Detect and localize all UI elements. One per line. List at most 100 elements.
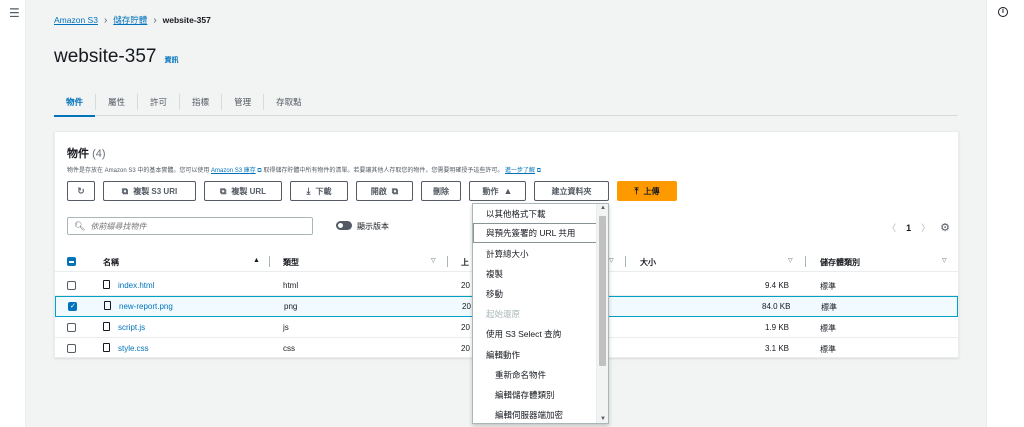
column-name[interactable]: 名稱	[103, 257, 119, 268]
tab-properties[interactable]: 屬性	[95, 93, 137, 110]
menu-initiate-restore: 起始還原	[486, 309, 521, 319]
row-checkbox[interactable]	[67, 281, 76, 290]
tab-management[interactable]: 管理	[221, 93, 263, 110]
object-name-link[interactable]: new-report.png	[119, 302, 173, 311]
create-folder-button[interactable]: 建立資料夾	[534, 181, 609, 201]
object-storage-class: 標準	[820, 282, 836, 291]
caret-up-icon: ▲	[503, 186, 513, 196]
scrollbar-thumb[interactable]	[599, 216, 606, 366]
copy-icon: ⧉	[219, 185, 227, 196]
panel-description: 物件是存放在 Amazon S3 中的基本實體。您可以使用 Amazon S3 …	[67, 168, 542, 174]
inventory-link[interactable]: Amazon S3 庫存	[211, 168, 256, 174]
select-all-checkbox[interactable]	[67, 257, 76, 266]
delete-button[interactable]: 刪除	[421, 181, 461, 201]
bucket-name: website-357	[54, 46, 157, 67]
download-icon: ⤓	[306, 185, 311, 196]
object-type: css	[283, 344, 295, 353]
object-size: 3.1 KB	[765, 344, 790, 353]
row-checkbox[interactable]	[67, 323, 76, 332]
object-count: (4)	[92, 148, 106, 160]
menu-edit-encryption[interactable]: 編輯伺服器端加密	[473, 405, 598, 423]
object-modified: 20	[461, 281, 470, 290]
object-storage-class: 標準	[821, 303, 837, 312]
object-type: js	[283, 323, 289, 332]
tab-metrics[interactable]: 指標	[179, 93, 221, 110]
menu-rename-object[interactable]: 重新命名物件	[473, 365, 598, 385]
menu-calculate-total-size[interactable]: 計算總大小	[473, 244, 598, 264]
prev-page-icon[interactable]: 〈	[887, 221, 896, 234]
menu-query-s3-select[interactable]: 使用 S3 Select 查詢	[473, 324, 598, 344]
show-versions-toggle[interactable]	[336, 221, 352, 230]
row-checkbox[interactable]	[67, 344, 76, 353]
sort-asc-icon[interactable]: ▲	[253, 257, 260, 264]
upload-icon: ⤒	[634, 185, 639, 196]
menu-icon[interactable]: ☰	[9, 6, 20, 20]
object-size: 1.9 KB	[765, 323, 790, 332]
current-page[interactable]: 1	[906, 223, 911, 233]
tab-access-points[interactable]: 存取點	[263, 93, 314, 110]
copy-icon: ⧉	[121, 185, 129, 196]
file-icon	[103, 343, 110, 352]
tab-objects[interactable]: 物件	[54, 94, 96, 117]
copy-s3-uri-button[interactable]: ⧉ 複製 S3 URI	[103, 181, 196, 201]
object-name-link[interactable]: script.js	[118, 323, 145, 332]
info-link[interactable]: 資訊	[164, 55, 178, 65]
actions-button[interactable]: 動作 ▲	[469, 181, 526, 201]
breadcrumb-buckets[interactable]: 儲存貯體	[113, 14, 147, 26]
object-type: png	[284, 302, 298, 311]
column-type[interactable]: 類型	[283, 257, 299, 268]
file-icon	[104, 301, 111, 310]
next-page-icon[interactable]: 〉	[921, 221, 930, 234]
refresh-button[interactable]: ↻	[67, 181, 95, 201]
external-link-icon: ⧉	[257, 168, 262, 174]
object-size: 9.4 KB	[765, 281, 790, 290]
learn-more-link[interactable]: 進一步了解	[505, 168, 535, 174]
download-button[interactable]: ⤓ 下載	[290, 181, 348, 201]
menu-share-presigned-url[interactable]: 與預先簽署的 URL 共用	[473, 223, 598, 243]
menu-edit-storage-class[interactable]: 編輯儲存體類別	[473, 385, 598, 405]
menu-move[interactable]: 移動	[473, 284, 598, 304]
external-link-icon: ⧉	[536, 168, 542, 174]
breadcrumb-s3[interactable]: Amazon S3	[54, 15, 98, 25]
object-storage-class: 標準	[820, 345, 836, 354]
object-modified: 20	[462, 302, 471, 311]
refresh-icon: ↻	[77, 185, 85, 196]
info-icon[interactable]: i	[998, 7, 1008, 17]
sort-icon[interactable]: ▽	[431, 257, 436, 264]
menu-download-as[interactable]: 以其他格式下載	[473, 204, 598, 224]
page-title: website-357 資訊	[54, 46, 178, 68]
sort-icon[interactable]: ▽	[609, 257, 614, 264]
upload-button[interactable]: ⤒ 上傳	[617, 181, 677, 201]
tab-permissions[interactable]: 許可	[137, 93, 179, 110]
chevron-right-icon: ›	[153, 14, 157, 26]
scroll-up-icon[interactable]: ▲	[600, 205, 606, 211]
file-icon	[103, 322, 110, 331]
pagination: 〈 1 〉 ⚙	[887, 221, 950, 234]
open-button[interactable]: 開啟 ⧉	[356, 181, 413, 201]
column-storage-class[interactable]: 儲存體類別	[820, 257, 860, 268]
row-checkbox[interactable]	[68, 302, 77, 311]
search-icon: 🔍︎	[74, 220, 86, 231]
external-link-icon: ⧉	[391, 185, 399, 196]
column-separator	[625, 256, 626, 267]
show-versions-label: 顯示版本	[357, 222, 389, 231]
object-storage-class: 標準	[820, 324, 836, 333]
column-separator	[447, 256, 448, 267]
scroll-down-icon[interactable]: ▼	[600, 416, 606, 422]
search-input[interactable]	[90, 221, 291, 231]
dropdown-scrollbar[interactable]: ▲ ▼	[596, 204, 608, 423]
column-size[interactable]: 大小	[640, 257, 656, 268]
actions-dropdown-menu: 以其他格式下載 與預先簽署的 URL 共用 計算總大小 複製 移動 起始還原 使…	[472, 203, 609, 424]
object-name-link[interactable]: style.css	[118, 344, 149, 353]
breadcrumb: Amazon S3 › 儲存貯體 › website-357	[54, 14, 211, 26]
settings-gear-icon[interactable]: ⚙	[940, 221, 950, 234]
copy-url-button[interactable]: ⧉ 複製 URL	[204, 181, 282, 201]
menu-group-edit-actions: 編輯動作	[486, 350, 521, 360]
column-modified[interactable]: 上	[461, 257, 469, 268]
sort-icon[interactable]: ▽	[942, 257, 947, 264]
menu-copy[interactable]: 複製	[473, 264, 598, 284]
object-modified: 20	[461, 344, 470, 353]
object-name-link[interactable]: index.html	[118, 281, 154, 290]
object-type: html	[283, 281, 299, 290]
sort-icon[interactable]: ▽	[788, 257, 793, 264]
